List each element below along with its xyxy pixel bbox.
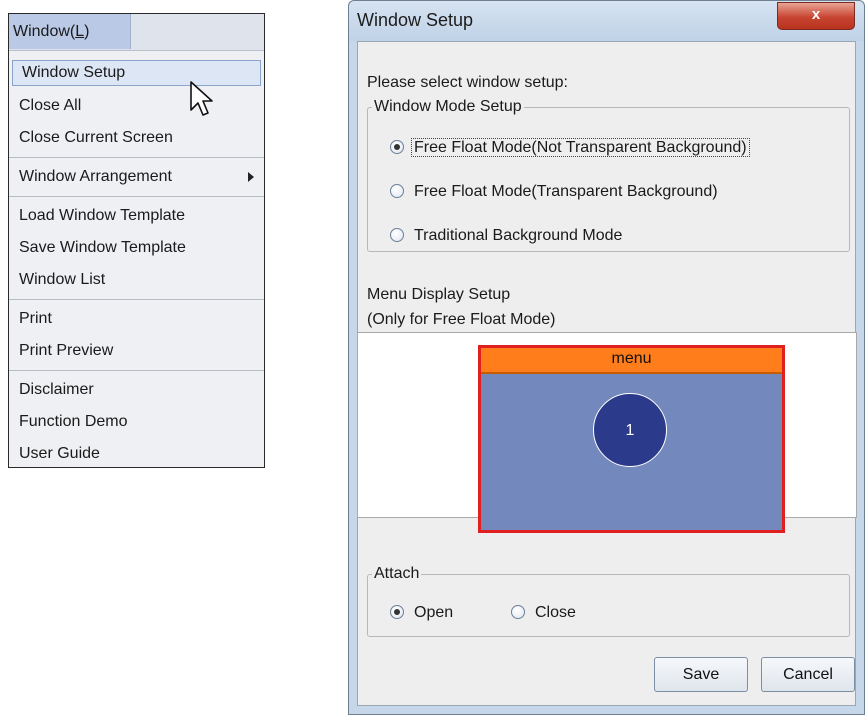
menu-display-note: (Only for Free Float Mode) (367, 311, 556, 328)
menu-item-load-window-template[interactable]: Load Window Template (9, 200, 264, 232)
dialog-content: Please select window setup: Window Mode … (357, 41, 857, 706)
preview-menu-bar[interactable]: menu (481, 348, 782, 374)
dialog-titlebar[interactable]: Window Setup x (349, 1, 864, 41)
dialog-close-button[interactable]: x (777, 2, 855, 30)
menu-display-preview: menu 1 (357, 332, 857, 533)
window-menu-title[interactable]: Window(L) (9, 14, 131, 49)
menu-item-function-demo[interactable]: Function Demo (9, 406, 264, 438)
preview-circle-badge: 1 (593, 393, 667, 467)
preview-window-frame: menu 1 (478, 345, 785, 533)
menu-separator (9, 299, 264, 300)
attach-legend: Attach (374, 565, 420, 582)
save-button[interactable]: Save (654, 657, 748, 692)
radio-checked-icon (390, 140, 404, 154)
close-icon: x (811, 6, 821, 23)
menu-item-save-window-template[interactable]: Save Window Template (9, 232, 264, 264)
setup-prompt: Please select window setup: (367, 74, 568, 91)
menu-item-window-arrangement[interactable]: Window Arrangement (9, 161, 264, 193)
menu-item-disclaimer[interactable]: Disclaimer (9, 374, 264, 406)
mouse-pointer-icon (190, 81, 213, 116)
menu-display-label: Menu Display Setup (367, 286, 511, 303)
radio-attach-close[interactable]: Close (511, 602, 576, 624)
radio-unchecked-icon (390, 228, 404, 242)
window-mode-legend: Window Mode Setup (374, 98, 522, 115)
radio-free-float-opaque[interactable]: Free Float Mode(Not Transparent Backgrou… (390, 137, 750, 159)
submenu-arrow-icon (248, 172, 254, 182)
window-setup-dialog: Window Setup x Please select window setu… (348, 0, 865, 715)
menu-item-print[interactable]: Print (9, 303, 264, 335)
radio-checked-icon (390, 605, 404, 619)
menu-separator (9, 196, 264, 197)
radio-free-float-transparent[interactable]: Free Float Mode(Transparent Background) (390, 181, 718, 203)
radio-attach-open[interactable]: Open (390, 602, 453, 624)
dialog-title: Window Setup (357, 10, 474, 30)
attach-group: Attach (367, 565, 850, 637)
menu-item-list: Window Setup Close All Close Current Scr… (9, 51, 264, 470)
radio-traditional-background[interactable]: Traditional Background Mode (390, 225, 622, 247)
menu-bar: Window(L) (9, 14, 264, 51)
menu-separator (9, 370, 264, 371)
radio-unchecked-icon (511, 605, 525, 619)
menu-item-user-guide[interactable]: User Guide (9, 438, 264, 470)
menu-item-print-preview[interactable]: Print Preview (9, 335, 264, 367)
menu-item-close-all[interactable]: Close All (9, 90, 264, 122)
radio-label: Open (414, 604, 454, 621)
menu-item-close-current-screen[interactable]: Close Current Screen (9, 122, 264, 154)
radio-label: Close (535, 604, 576, 621)
radio-label: Traditional Background Mode (414, 227, 623, 244)
window-dropdown-menu: Window(L) Window Setup Close All Close C… (8, 13, 265, 468)
menu-item-window-list[interactable]: Window List (9, 264, 264, 296)
radio-label: Free Float Mode(Transparent Background) (414, 183, 718, 200)
menu-separator (9, 157, 264, 158)
radio-unchecked-icon (390, 184, 404, 198)
cancel-button[interactable]: Cancel (761, 657, 855, 692)
menu-item-window-setup[interactable]: Window Setup (12, 60, 261, 86)
radio-label: Free Float Mode(Not Transparent Backgrou… (411, 138, 750, 157)
